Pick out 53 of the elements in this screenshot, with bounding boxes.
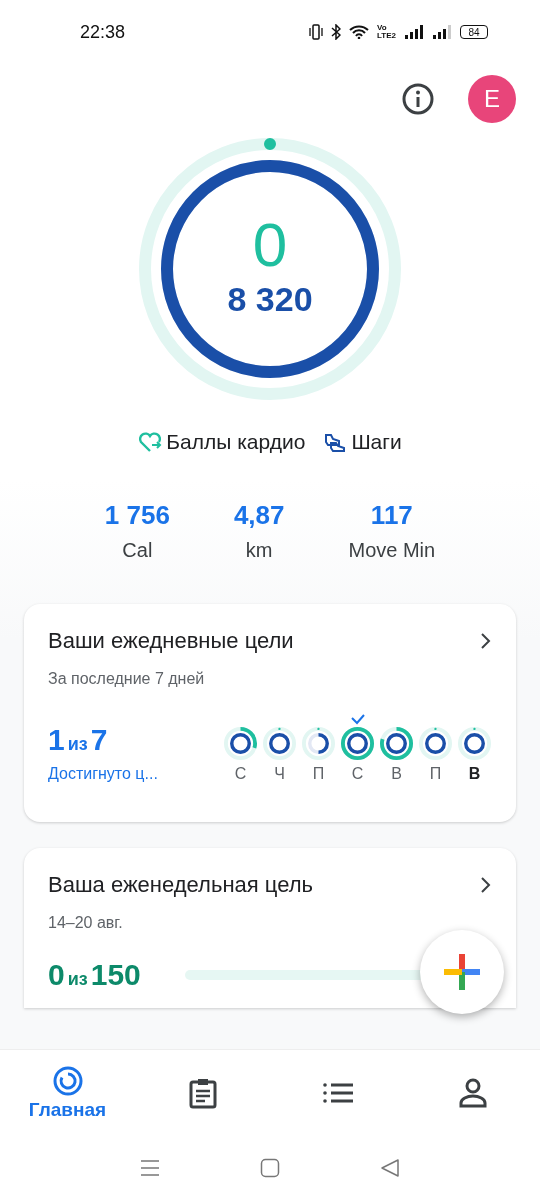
stat-value: 4,87 [233, 500, 285, 531]
menu-icon[interactable] [140, 1159, 160, 1176]
day-ring-icon [262, 726, 297, 761]
home-ring-icon [51, 1064, 84, 1097]
day-label: С [234, 765, 247, 783]
card-title: Ваша еженедельная цель [48, 872, 313, 898]
chevron-right-icon[interactable] [480, 876, 492, 894]
info-icon[interactable] [402, 83, 434, 115]
day-ring-icon [418, 726, 453, 761]
back-icon[interactable] [380, 1157, 400, 1178]
steps-value: 8 320 [227, 280, 313, 319]
cardio-points-value: 0 [252, 214, 288, 276]
vibrate-icon [309, 24, 324, 40]
day-label: П [429, 765, 442, 783]
stat-label: Cal [122, 539, 153, 562]
day-ring-icon [340, 726, 375, 761]
stat-value: 1 756 [104, 500, 170, 531]
day-ring-icon [457, 726, 492, 761]
signal-icon [432, 25, 452, 39]
battery-indicator: 84 [460, 25, 488, 39]
card-title: Ваши ежедневные цели [48, 628, 294, 654]
list-icon [322, 1081, 353, 1104]
weekly-points-count: 0 из 150 [48, 958, 141, 992]
card-subtitle: 14–20 авг. [48, 914, 124, 932]
wifi-icon [349, 25, 370, 39]
day-label: П [312, 765, 325, 783]
day-ring-icon [301, 726, 336, 761]
legend-label: Баллы кардио [166, 430, 306, 454]
chevron-right-icon[interactable] [480, 632, 492, 650]
bluetooth-icon [331, 24, 342, 40]
clipboard-icon [188, 1076, 217, 1109]
goals-count: 1 из 7 [48, 723, 109, 757]
volte-label: Vo LTE2 [377, 24, 396, 40]
avatar-button[interactable]: E [468, 75, 516, 123]
day-label: С [351, 765, 364, 783]
heart-icon [138, 431, 163, 453]
day-ring-icon [223, 726, 258, 761]
plus-icon [444, 954, 480, 990]
home-square-icon[interactable] [260, 1157, 280, 1178]
goals-caption: Достигнуто ц... [48, 765, 158, 783]
stat-label: km [245, 539, 273, 562]
stat-value: 117 [370, 500, 413, 531]
card-subtitle: За последние 7 дней [48, 670, 206, 688]
day-label: Ч [274, 765, 285, 783]
day-ring-icon [379, 726, 414, 761]
stat-label: Move Min [348, 539, 436, 562]
shoes-icon [323, 431, 348, 453]
day-label: В [468, 765, 481, 783]
signal-icon [404, 25, 424, 39]
clock: 22:38 [80, 21, 127, 43]
legend-label: Шаги [351, 430, 402, 454]
person-icon [458, 1077, 487, 1108]
day-label: В [391, 765, 402, 783]
